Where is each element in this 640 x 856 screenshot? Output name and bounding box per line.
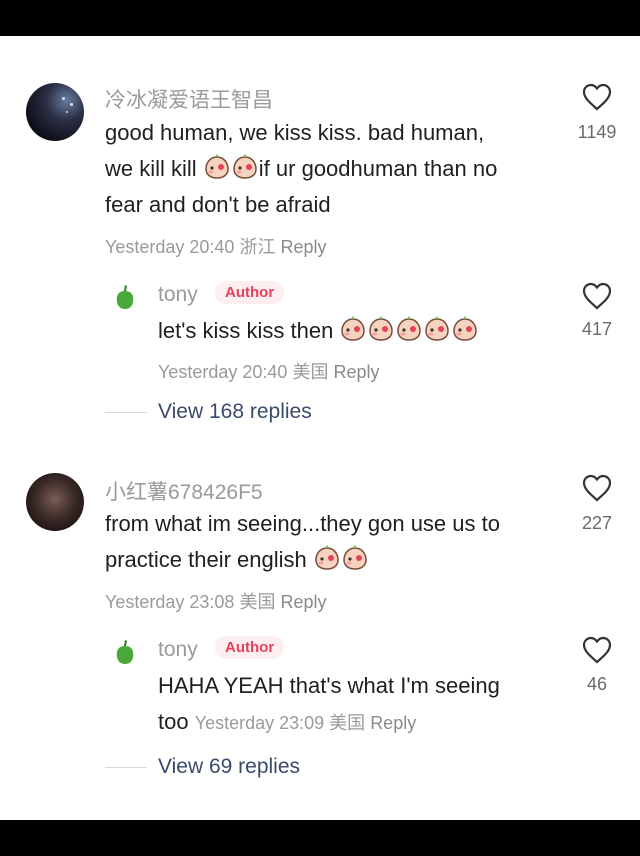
comment-time: Yesterday 20:40 [105, 237, 235, 257]
heart-outline-icon[interactable] [582, 636, 612, 664]
reply-button[interactable]: Reply [333, 362, 379, 382]
blush-kiss-emoji-icon [205, 154, 229, 179]
comment-username[interactable]: 小红薯678426F5 [105, 476, 263, 506]
blush-kiss-emoji-icon [397, 316, 422, 341]
comment-meta: Yesterday 20:40 浙江 Reply [105, 233, 327, 259]
blush-kiss-emoji-icon [315, 545, 339, 570]
reply-button[interactable]: Reply [280, 237, 326, 257]
comment-time: Yesterday 23:08 [105, 592, 235, 612]
blush-kiss-emoji-icon [341, 316, 366, 341]
like-count: 227 [581, 513, 613, 533]
heart-outline-icon[interactable] [582, 474, 612, 502]
avatar[interactable] [26, 473, 84, 531]
author-badge: Author [215, 281, 285, 304]
blush-kiss-emoji-icon [453, 316, 478, 341]
comment-location: 美国 [239, 592, 276, 612]
reply-username[interactable]: tony [158, 638, 198, 662]
green-pepper-icon[interactable] [114, 284, 136, 310]
comments-panel: 冷冰凝爱语王智昌 good human, we kiss kiss. bad h… [0, 36, 640, 820]
like-count: 417 [581, 319, 613, 339]
view-replies-divider [105, 767, 147, 768]
blush-kiss-emoji-icon [233, 154, 257, 179]
reply-username[interactable]: tony [158, 283, 198, 307]
comment-text-line: we kill kill if ur goodhuman than no [105, 154, 498, 181]
top-letterbox [0, 0, 640, 36]
reply-meta: Yesterday 23:09 美国 Reply [195, 713, 417, 733]
like-count: 46 [586, 674, 608, 694]
reply-button[interactable]: Reply [280, 592, 326, 612]
comment-text-line: good human, we kiss kiss. bad human, [105, 120, 485, 145]
comment-text-line: from what im seeing...they gon use us to [105, 511, 500, 536]
avatar[interactable] [26, 83, 84, 141]
green-pepper-icon[interactable] [114, 639, 136, 665]
comment-text-line: practice their english [105, 542, 369, 578]
comment-text-line: fear and don't be afraid [105, 192, 331, 217]
blush-kiss-emoji-icon [343, 545, 367, 570]
reply-location: 美国 [329, 713, 366, 733]
like-count: 1149 [577, 122, 617, 142]
author-badge: Author [215, 636, 285, 659]
reply-text: HAHA YEAH that's what I'm seeing [158, 673, 500, 698]
reply-text: too Yesterday 23:09 美国 Reply [158, 709, 417, 734]
view-replies-link[interactable]: View 69 replies [158, 755, 300, 779]
view-replies-link[interactable]: View 168 replies [158, 400, 312, 424]
reply-time: Yesterday 20:40 [158, 362, 288, 382]
comment-meta: Yesterday 23:08 美国 Reply [105, 588, 327, 614]
reply-meta: Yesterday 20:40 美国 Reply [158, 358, 380, 384]
blush-kiss-emoji-icon [425, 316, 450, 341]
comment-username[interactable]: 冷冰凝爱语王智昌 [105, 84, 273, 114]
reply-text: let's kiss kiss then [158, 313, 479, 349]
reply-time: Yesterday 23:09 [194, 713, 325, 733]
heart-outline-icon[interactable] [582, 282, 612, 310]
comment-location: 浙江 [239, 237, 276, 257]
bottom-letterbox [0, 820, 640, 856]
blush-kiss-emoji-icon [369, 316, 394, 341]
view-replies-divider [105, 412, 147, 413]
reply-button[interactable]: Reply [370, 713, 416, 733]
heart-outline-icon[interactable] [582, 83, 612, 111]
reply-location: 美国 [292, 362, 329, 382]
